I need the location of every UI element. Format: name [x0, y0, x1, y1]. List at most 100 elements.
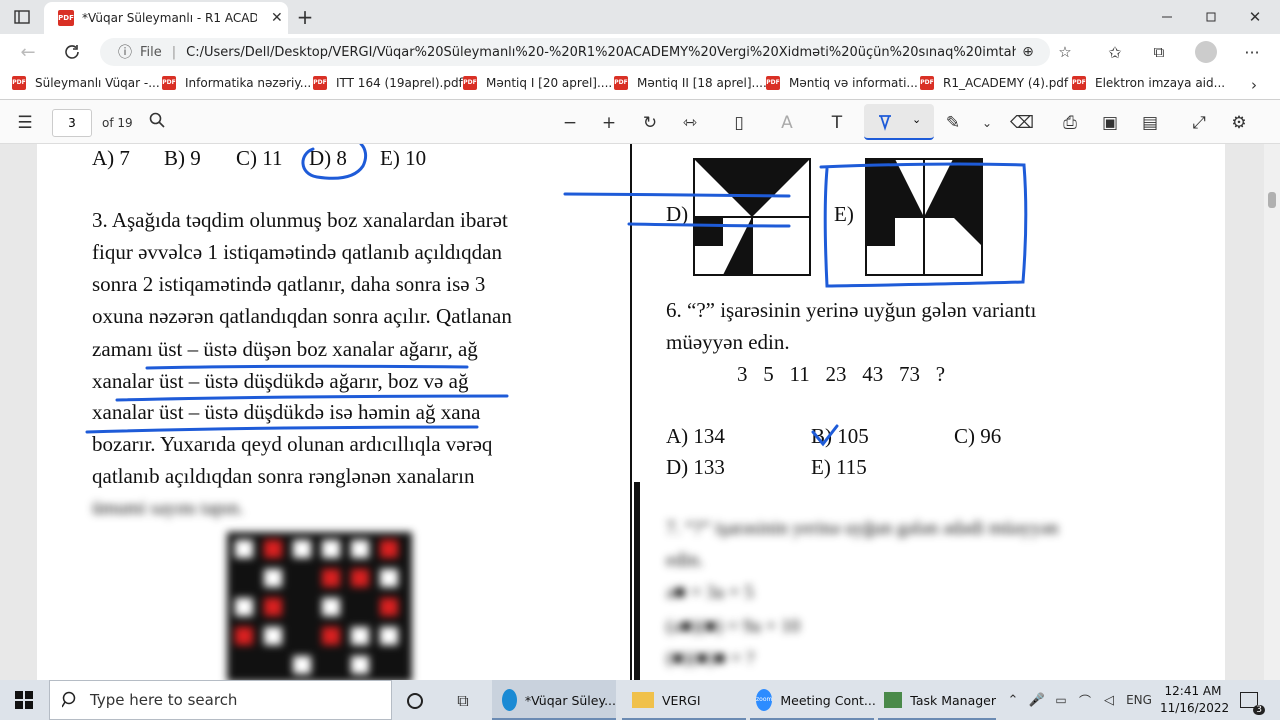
clock[interactable]: 12:41 AM 11/16/2022 — [1160, 683, 1230, 717]
ink-box-e — [819, 162, 1028, 288]
taskbar-app-edge[interactable]: *Vüqar Süley... — [492, 680, 616, 720]
tab-bar: PDF *Vüqar Süleymanlı - R1 ACADEMY Vergi… — [0, 0, 1280, 34]
contents-icon[interactable]: ☰ — [14, 112, 36, 134]
bookmark-item[interactable]: PDF Elektron imzaya aid... — [1072, 76, 1225, 90]
draw-icon — [879, 115, 891, 131]
network-icon[interactable]: ⌒ — [1076, 690, 1094, 710]
refresh-icon[interactable] — [60, 40, 84, 64]
microphone-icon[interactable]: 🎤 — [1028, 690, 1046, 710]
chevron-right-icon[interactable]: › — [1246, 76, 1262, 94]
print-icon[interactable]: ⎙ — [1059, 112, 1081, 134]
chevron-down-icon[interactable]: ⌄ — [976, 112, 998, 134]
bookmark-item[interactable]: PDF Məntiq və informati... — [766, 76, 918, 90]
pdf-icon: PDF — [58, 10, 74, 26]
more-menu-icon[interactable]: ··· — [1240, 42, 1264, 62]
clock-date: 11/16/2022 — [1160, 701, 1230, 715]
ink-circle-d8 — [301, 144, 368, 180]
minimize-icon[interactable] — [1156, 6, 1178, 28]
page-number-input[interactable]: 3 — [52, 109, 92, 137]
notification-badge: 3 — [1253, 705, 1265, 715]
ink-stroke — [627, 222, 791, 228]
task-view-icon[interactable]: ⧉ — [452, 690, 474, 712]
pdf-icon: PDF — [463, 76, 477, 90]
profile-avatar[interactable] — [1194, 40, 1218, 64]
add-text-icon[interactable]: T — [826, 112, 848, 134]
chevron-down-icon[interactable]: ⌄ — [912, 113, 921, 126]
fullscreen-icon[interactable]: ⤢ — [1188, 112, 1210, 134]
new-tab-icon[interactable]: + — [294, 5, 316, 29]
file-label: File — [140, 44, 162, 60]
fit-width-icon[interactable]: ⇿ — [679, 112, 701, 134]
search-placeholder: Type here to search — [90, 691, 238, 709]
clock-time: 12:41 AM — [1164, 684, 1222, 698]
favorites-icon[interactable]: ✩ — [1104, 42, 1126, 62]
pdf-icon: PDF — [614, 76, 628, 90]
chevron-up-icon[interactable]: ⌃ — [1004, 690, 1022, 710]
ink-check — [811, 424, 839, 447]
collections-icon[interactable]: ⧉ — [1148, 42, 1170, 62]
erase-icon[interactable]: ⌫ — [1010, 112, 1034, 134]
url-text: C:/Users/Dell/Desktop/VERGI/Vüqar%20Süle… — [186, 44, 1017, 60]
taskbar-app-zoom[interactable]: zoom Meeting Cont... — [750, 680, 876, 720]
zoom-app-icon: zoom — [756, 689, 773, 711]
scrollbar[interactable] — [1264, 144, 1280, 680]
zoom-out-icon[interactable]: − — [559, 112, 581, 134]
zoom-icon[interactable]: ⊕ — [1018, 42, 1038, 62]
back-icon[interactable]: ← — [16, 40, 40, 64]
url-separator: | — [171, 44, 177, 60]
ink-stroke — [563, 192, 791, 198]
windows-start-icon[interactable] — [14, 690, 34, 710]
page-count: of 19 — [102, 116, 133, 130]
info-icon[interactable]: ⓘ — [118, 42, 132, 62]
draw-tool-selected[interactable]: ⌄ — [864, 104, 934, 140]
language-indicator[interactable]: ENG — [1124, 690, 1154, 710]
pdf-viewer[interactable]: A) 7 B) 9 C) 11 D) 8 E) 10 3. Aşağıda tə… — [0, 144, 1264, 680]
close-tab-icon[interactable]: ✕ — [271, 10, 283, 26]
bookmark-item[interactable]: PDF Məntiq I [20 aprel].... — [463, 76, 612, 90]
ink-underline — [85, 425, 479, 434]
scrollbar-thumb[interactable] — [1268, 192, 1276, 208]
bookmark-item[interactable]: PDF ITT 164 (19aprel).pdf — [313, 76, 463, 90]
pdf-toolbar: ☰ 3 of 19 − + ↻ ⇿ ▯ A T ⌄ ✎ ⌄ ⌫ ⎙ ▣ ▤ ⤢ … — [0, 100, 1280, 144]
address-bar-row: ← ⓘ File | C:/Users/Dell/Desktop/VERGI/V… — [0, 34, 1280, 70]
bookmarks-bar: PDF Süleymanlı Vüqar -... PDF Informatika … — [0, 70, 1280, 100]
read-aloud-icon[interactable]: A — [776, 112, 798, 134]
bookmark-item[interactable]: PDF Məntiq II [18 aprel].... — [614, 76, 767, 90]
ink-underline — [145, 364, 469, 370]
url-field[interactable]: ⓘ File | C:/Users/Dell/Desktop/VERGI/Vüq… — [100, 38, 1050, 66]
edge-icon — [502, 689, 517, 711]
cortana-icon[interactable] — [404, 690, 426, 712]
close-window-icon[interactable]: ✕ — [1244, 6, 1266, 28]
notifications-icon[interactable]: 3 — [1236, 688, 1265, 715]
tab-title: *Vüqar Süleymanlı - R1 ACADEMY Vergi Xid… — [82, 11, 257, 25]
taskbar: Type here to search ⧉ *Vüqar Süley... VE… — [0, 680, 1280, 720]
bookmark-item[interactable]: PDF Süleymanlı Vüqar -... — [12, 76, 160, 90]
pdf-icon: PDF — [313, 76, 327, 90]
search-icon[interactable] — [146, 112, 168, 134]
maximize-icon[interactable] — [1200, 6, 1222, 28]
save-icon[interactable]: ▣ — [1099, 112, 1121, 134]
active-tab[interactable]: PDF *Vüqar Süleymanlı - R1 ACADEMY Vergi… — [44, 2, 288, 34]
pdf-icon: PDF — [920, 76, 934, 90]
ink-annotations — [85, 144, 1028, 447]
save-as-icon[interactable]: ▤ — [1139, 112, 1161, 134]
tab-actions-icon[interactable] — [12, 8, 32, 26]
zoom-in-icon[interactable]: + — [598, 112, 620, 134]
taskbar-app-task-manager[interactable]: Task Manager — [878, 680, 996, 720]
volume-icon[interactable]: ◁ — [1100, 690, 1118, 710]
highlight-icon[interactable]: ✎ — [942, 112, 964, 134]
settings-icon[interactable]: ⚙ — [1228, 112, 1250, 134]
add-favorite-icon[interactable]: ☆ — [1054, 42, 1076, 62]
bookmark-item[interactable]: PDF Informatika nəzəriy... — [162, 76, 311, 90]
battery-icon[interactable]: ▭ — [1052, 690, 1070, 710]
bookmark-item[interactable]: PDF R1_ACADEMY (4).pdf — [920, 76, 1068, 90]
rotate-icon[interactable]: ↻ — [639, 112, 661, 134]
pdf-page: A) 7 B) 9 C) 11 D) 8 E) 10 3. Aşağıda tə… — [37, 144, 1225, 680]
task-manager-icon — [884, 692, 903, 708]
pdf-icon: PDF — [12, 76, 26, 90]
search-icon — [62, 691, 76, 708]
page-view-icon[interactable]: ▯ — [728, 112, 750, 134]
taskbar-app-folder[interactable]: VERGI — [622, 680, 746, 720]
taskbar-search-box[interactable]: Type here to search — [49, 680, 392, 720]
pdf-icon: PDF — [1072, 76, 1086, 90]
